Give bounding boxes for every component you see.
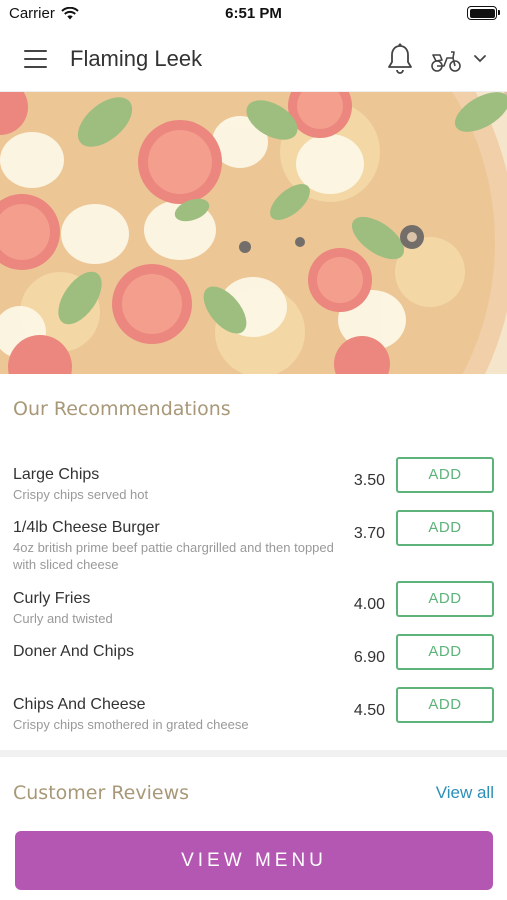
battery-icon — [467, 6, 500, 20]
item-name: Doner And Chips — [13, 643, 134, 660]
recommendations-title: Our Recommendations — [13, 398, 231, 420]
item-description: 4oz british prime beef pattie chargrille… — [13, 540, 334, 572]
item-description: Curly and twisted — [13, 611, 113, 626]
clock: 6:51 PM — [225, 5, 282, 22]
add-button[interactable]: ADD — [396, 634, 494, 670]
item-name: 1/4lb Cheese Burger — [13, 519, 160, 536]
item-name: Large Chips — [13, 466, 100, 483]
item-price: 4.00 — [353, 596, 385, 613]
section-divider — [0, 750, 507, 757]
status-bar: Carrier 6:51 PM — [0, 0, 507, 28]
app-header: Flaming Leek — [0, 28, 507, 92]
view-menu-button[interactable]: VIEW MENU — [15, 831, 493, 890]
item-price: 4.50 — [353, 702, 385, 719]
view-all-link[interactable]: View all — [436, 783, 494, 803]
scooter-icon[interactable] — [430, 47, 462, 73]
pizza-image — [0, 92, 507, 374]
hamburger-icon[interactable] — [24, 50, 47, 68]
chevron-down-icon[interactable] — [472, 52, 488, 66]
bell-icon[interactable] — [386, 43, 414, 75]
item-description: Crispy chips smothered in grated cheese — [13, 717, 249, 732]
item-description: Crispy chips served hot — [13, 487, 149, 502]
item-price: 6.90 — [353, 649, 385, 666]
item-price: 3.50 — [353, 472, 385, 489]
restaurant-title: Flaming Leek — [70, 46, 203, 71]
item-name: Curly Fries — [13, 590, 91, 607]
item-price: 3.70 — [353, 525, 385, 542]
add-button[interactable]: ADD — [396, 510, 494, 546]
item-name: Chips And Cheese — [13, 696, 146, 713]
add-button[interactable]: ADD — [396, 581, 494, 617]
add-button[interactable]: ADD — [396, 457, 494, 493]
hero-image — [0, 92, 507, 374]
reviews-title: Customer Reviews — [13, 782, 190, 804]
add-button[interactable]: ADD — [396, 687, 494, 723]
